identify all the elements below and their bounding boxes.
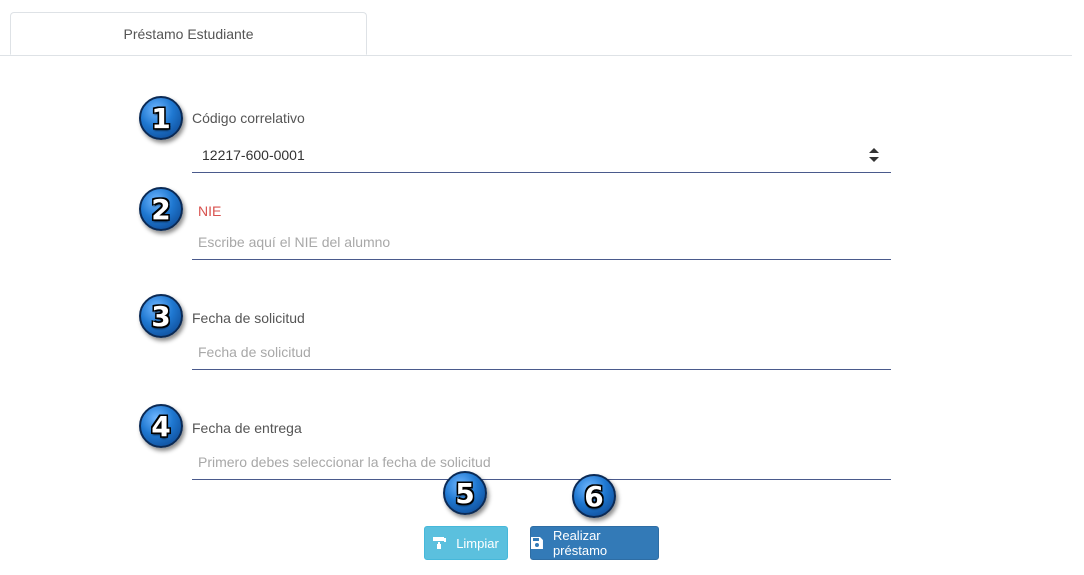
submit-button-label: Realizar préstamo bbox=[552, 528, 608, 558]
fecha-solicitud-label: Fecha de solicitud bbox=[192, 310, 305, 326]
fecha-entrega-placeholder: Primero debes seleccionar la fecha de so… bbox=[198, 454, 491, 470]
codigo-value: 12217-600-0001 bbox=[202, 147, 305, 163]
paint-roller-icon bbox=[433, 537, 447, 549]
fecha-solicitud-placeholder: Fecha de solicitud bbox=[198, 344, 311, 360]
codigo-label: Código correlativo bbox=[192, 110, 305, 126]
floppy-disk-icon bbox=[531, 537, 543, 549]
fecha-solicitud-input[interactable]: Fecha de solicitud bbox=[192, 336, 891, 370]
step-badge-5: 5 bbox=[443, 471, 487, 515]
codigo-select[interactable]: 12217-600-0001 bbox=[192, 139, 891, 173]
step-badge-1: 1 bbox=[139, 96, 183, 140]
nie-placeholder: Escribe aquí el NIE del alumno bbox=[198, 234, 391, 250]
tab-label: Préstamo Estudiante bbox=[123, 25, 254, 42]
fecha-entrega-label: Fecha de entrega bbox=[192, 420, 302, 436]
step-badge-4: 4 bbox=[139, 404, 183, 448]
select-arrows-icon bbox=[869, 148, 879, 162]
step-badge-2: 2 bbox=[139, 187, 183, 231]
tab-prestamo-estudiante[interactable]: Préstamo Estudiante bbox=[10, 12, 367, 55]
fecha-entrega-input[interactable]: Primero debes seleccionar la fecha de so… bbox=[192, 446, 891, 480]
step-badge-3: 3 bbox=[139, 294, 183, 338]
step-badge-6: 6 bbox=[572, 474, 616, 518]
submit-loan-button[interactable]: Realizar préstamo bbox=[530, 526, 659, 560]
clear-button-label: Limpiar bbox=[456, 535, 499, 551]
tab-bar: Préstamo Estudiante bbox=[0, 0, 1072, 56]
nie-label: NIE bbox=[198, 203, 222, 219]
clear-button[interactable]: Limpiar bbox=[424, 526, 508, 560]
nie-input[interactable]: Escribe aquí el NIE del alumno bbox=[192, 226, 891, 260]
